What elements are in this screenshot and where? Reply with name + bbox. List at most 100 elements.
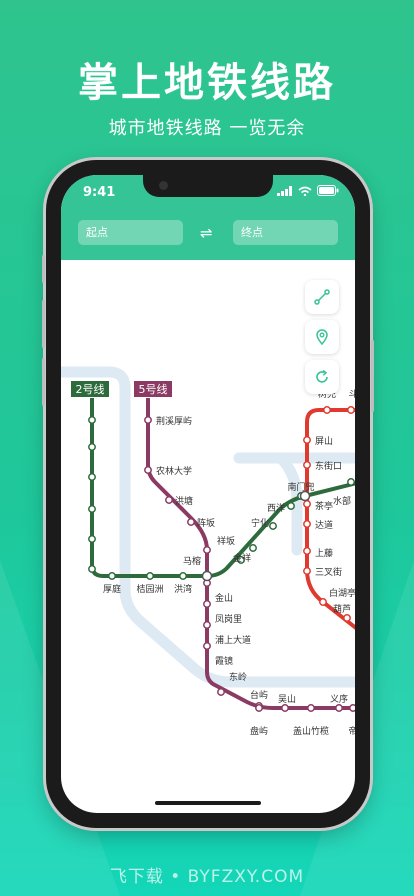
station-dot[interactable] (347, 406, 355, 414)
station-dot[interactable] (303, 461, 311, 469)
station-label[interactable]: 白湖亭 (329, 587, 355, 599)
volume-down-button (42, 358, 45, 406)
station-dot[interactable] (88, 416, 96, 424)
station-label[interactable]: 茶亭 (315, 500, 333, 512)
station-dot[interactable] (179, 572, 187, 580)
station-label[interactable]: 义序 (330, 693, 348, 705)
station-label[interactable]: 南门兜 (287, 481, 314, 493)
station-label[interactable]: 洪塘 (175, 495, 193, 507)
station-dot[interactable] (307, 704, 315, 712)
station-dot[interactable] (203, 546, 211, 554)
svg-text:2号线: 2号线 (76, 382, 105, 396)
station-dot[interactable] (303, 567, 311, 575)
station-dot[interactable] (88, 443, 96, 451)
battery-icon (317, 185, 339, 196)
line2-label[interactable]: 2号线 (71, 381, 109, 397)
station-dot[interactable] (281, 704, 289, 712)
station-dot[interactable] (269, 522, 277, 530)
station-dot[interactable] (165, 496, 173, 504)
watermark: 飞下载 • BYFZXY.COM (109, 867, 305, 887)
station-label[interactable]: 达道 (315, 519, 333, 531)
station-dot[interactable] (335, 704, 343, 712)
station-dot[interactable] (203, 642, 211, 650)
end-input[interactable]: 终点 (233, 220, 338, 245)
station-dot[interactable] (323, 406, 331, 414)
station-dot[interactable] (108, 572, 116, 580)
station-dot[interactable] (203, 621, 211, 629)
station-label[interactable]: 盘屿 (250, 725, 268, 737)
status-indicators (277, 185, 339, 196)
start-input[interactable]: 起点 (78, 220, 183, 245)
station-dot[interactable] (88, 505, 96, 513)
locate-button[interactable] (305, 320, 339, 354)
station-label[interactable]: 金祥 (233, 552, 251, 564)
station-label[interactable]: 台屿 (250, 689, 268, 701)
station-dot[interactable] (347, 478, 355, 486)
station-dot[interactable] (303, 436, 311, 444)
station-dot[interactable] (144, 416, 152, 424)
station-dot[interactable] (146, 572, 154, 580)
station-label[interactable]: 桔园洲 (136, 583, 163, 595)
station-dot[interactable] (144, 466, 152, 474)
station-label[interactable]: 葫芦 (333, 603, 351, 615)
station-label[interactable]: 厚庭 (103, 583, 121, 595)
station-label[interactable]: 农林大学 (156, 465, 192, 477)
station-label[interactable]: 吴山 (278, 694, 296, 705)
station-dot[interactable] (303, 500, 311, 508)
station-dot[interactable] (88, 535, 96, 543)
line5-label[interactable]: 5号线 (134, 381, 172, 397)
station-dot[interactable] (287, 502, 295, 510)
station-dot[interactable] (349, 704, 355, 712)
station-label[interactable]: 三叉街 (315, 566, 342, 578)
station-label[interactable]: 阵坂 (197, 517, 215, 529)
location-icon (316, 329, 328, 346)
station-label[interactable]: 屏山 (315, 436, 333, 447)
phone-screen: 9:41 起点 ⇌ 终点 2号线 5号线 厚庭 桔园洲 洪湾 金祥 祥坂 宁化 … (61, 175, 355, 813)
refresh-button[interactable] (305, 360, 339, 394)
station-label[interactable]: 盖山竹榄 (293, 725, 329, 737)
transfer-station-icon[interactable] (299, 490, 311, 502)
station-dot[interactable] (203, 600, 211, 608)
svg-text:5号线: 5号线 (139, 382, 168, 396)
promo-subline: 城市地铁线路 一览无余 (108, 118, 306, 139)
station-dot[interactable] (187, 518, 195, 526)
station-label[interactable]: 凤岗里 (215, 614, 242, 625)
station-label[interactable]: 浦上大道 (215, 634, 251, 646)
app-header: 9:41 起点 ⇌ 终点 (61, 175, 355, 260)
route-tool-button[interactable] (305, 280, 339, 314)
camera-icon (159, 181, 168, 190)
volume-up-button (42, 300, 45, 348)
station-label[interactable]: 上藤 (315, 547, 333, 559)
station-label[interactable]: 霞镜 (215, 655, 233, 667)
station-label[interactable]: 荆溪厚屿 (156, 415, 192, 427)
station-label[interactable]: 水部 (333, 495, 351, 507)
station-label[interactable]: 帝 (348, 725, 355, 737)
station-dot[interactable] (255, 704, 263, 712)
station-dot[interactable] (343, 614, 351, 622)
station-dot[interactable] (303, 520, 311, 528)
station-label[interactable]: 西洋 (267, 502, 285, 514)
station-label[interactable]: 斗 (348, 389, 355, 400)
station-label[interactable]: 马榕 (183, 555, 201, 567)
route-icon (314, 289, 330, 305)
station-dot[interactable] (217, 688, 225, 696)
mute-switch (42, 255, 45, 283)
station-label[interactable]: 东岭 (229, 671, 247, 683)
station-dot[interactable] (319, 598, 327, 606)
home-indicator (155, 801, 261, 805)
notch (143, 175, 273, 197)
swap-icon[interactable]: ⇌ (200, 224, 213, 242)
phone-frame: 9:41 起点 ⇌ 终点 2号线 5号线 厚庭 桔园洲 洪湾 金祥 祥坂 宁化 … (42, 160, 374, 828)
station-dot[interactable] (88, 565, 96, 573)
transfer-station-icon[interactable] (201, 570, 213, 582)
station-label[interactable]: 洪湾 (174, 583, 192, 595)
station-dot[interactable] (249, 544, 257, 552)
station-label[interactable]: 祥坂 (217, 535, 235, 547)
signal-icon (277, 185, 292, 196)
station-dot[interactable] (303, 547, 311, 555)
station-label[interactable]: 宁化 (251, 517, 269, 529)
station-label[interactable]: 东街口 (315, 460, 342, 472)
station-label[interactable]: 金山 (215, 592, 233, 604)
wifi-icon (298, 186, 312, 196)
station-dot[interactable] (88, 473, 96, 481)
